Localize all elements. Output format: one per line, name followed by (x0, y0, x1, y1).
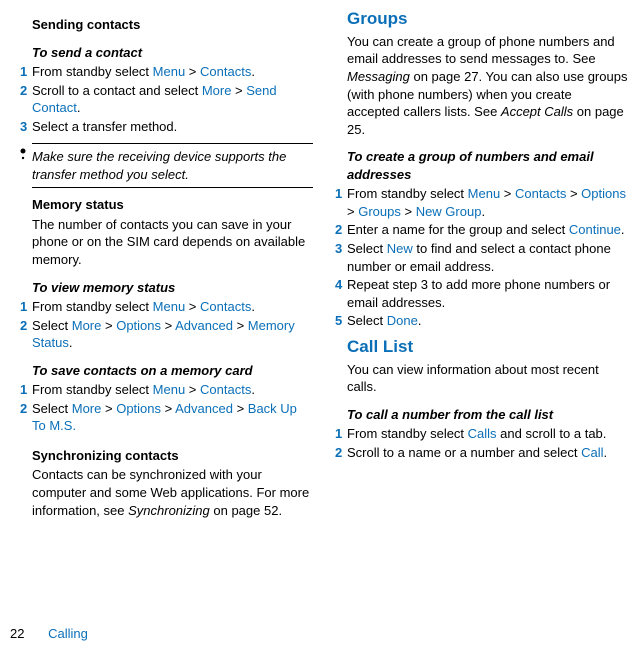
right-column: Groups You can create a group of phone n… (335, 8, 628, 521)
step: 3 Select a transfer method. (32, 118, 313, 136)
step-number: 5 (335, 312, 347, 330)
step-text: Select New to find and select a contact … (347, 240, 628, 275)
call-list-title: Call List (347, 336, 628, 359)
step-number: 2 (335, 444, 347, 462)
step: 1 From standby select Menu > Contacts. (32, 381, 313, 399)
to-create-group-heading: To create a group of numbers and email a… (347, 148, 628, 183)
step-text: From standby select Menu > Contacts. (32, 298, 313, 316)
more-link: More (72, 401, 102, 416)
to-call-heading: To call a number from the call list (347, 406, 628, 424)
call-link: Call (581, 445, 603, 460)
footer-label: Calling (48, 626, 88, 641)
step-number: 1 (335, 185, 347, 220)
continue-link: Continue (569, 222, 621, 237)
step: 5 Select Done. (347, 312, 628, 330)
sync-heading: Synchronizing contacts (32, 447, 313, 465)
more-link: More (72, 318, 102, 333)
step-number: 1 (20, 381, 32, 399)
step: 2 Select More > Options > Advanced > Mem… (32, 317, 313, 352)
page-number: 22 (10, 626, 24, 641)
step-text: Repeat step 3 to add more phone numbers … (347, 276, 628, 311)
new-group-link: New Group (416, 204, 482, 219)
options-link: Options (581, 186, 626, 201)
step-number: 2 (20, 400, 32, 435)
options-link: Options (116, 401, 161, 416)
done-link: Done (387, 313, 418, 328)
note-text: Make sure the receiving device supports … (32, 148, 313, 183)
step-text: From standby select Menu > Contacts > Op… (347, 185, 628, 220)
groups-title: Groups (347, 8, 628, 31)
step-text: Select a transfer method. (32, 118, 313, 136)
step-text: From standby select Calls and scroll to … (347, 425, 628, 443)
to-view-memory-heading: To view memory status (32, 279, 313, 297)
to-send-contact-heading: To send a contact (32, 44, 313, 62)
step: 3 Select New to find and select a contac… (347, 240, 628, 275)
more-link: More (202, 83, 232, 98)
step-text: From standby select Menu > Contacts. (32, 381, 313, 399)
memory-status-heading: Memory status (32, 196, 313, 214)
advanced-link: Advanced (175, 401, 233, 416)
step-text: From standby select Menu > Contacts. (32, 63, 313, 81)
to-save-card-heading: To save contacts on a memory card (32, 362, 313, 380)
step: 1 From standby select Menu > Contacts > … (347, 185, 628, 220)
info-icon (18, 148, 32, 183)
step-text: Scroll to a name or a number and select … (347, 444, 628, 462)
step-number: 2 (335, 221, 347, 239)
step-text: Scroll to a contact and select More > Se… (32, 82, 313, 117)
options-link: Options (116, 318, 161, 333)
step: 1 From standby select Calls and scroll t… (347, 425, 628, 443)
menu-link: Menu (153, 64, 186, 79)
menu-link: Menu (153, 299, 186, 314)
step: 2 Enter a name for the group and select … (347, 221, 628, 239)
sync-para: Contacts can be synchronized with your c… (32, 466, 313, 519)
note: Make sure the receiving device supports … (32, 143, 313, 188)
step-number: 2 (20, 82, 32, 117)
footer: 22 Calling (10, 625, 88, 643)
menu-link: Menu (153, 382, 186, 397)
call-list-para: You can view information about most rece… (347, 361, 628, 396)
step-number: 4 (335, 276, 347, 311)
left-column: Sending contacts To send a contact 1 Fro… (10, 8, 313, 521)
step-number: 1 (20, 63, 32, 81)
contacts-link: Contacts (515, 186, 566, 201)
step-number: 1 (335, 425, 347, 443)
new-link: New (387, 241, 413, 256)
contacts-link: Contacts (200, 64, 251, 79)
step: 2 Scroll to a name or a number and selec… (347, 444, 628, 462)
menu-link: Menu (468, 186, 501, 201)
step: 1 From standby select Menu > Contacts. (32, 63, 313, 81)
step-text: Enter a name for the group and select Co… (347, 221, 628, 239)
groups-para: You can create a group of phone numbers … (347, 33, 628, 138)
step: 2 Scroll to a contact and select More > … (32, 82, 313, 117)
memory-status-para: The number of contacts you can save in y… (32, 216, 313, 269)
step-text: Select More > Options > Advanced > Memor… (32, 317, 313, 352)
step-number: 2 (20, 317, 32, 352)
sending-contacts-heading: Sending contacts (32, 16, 313, 34)
step: 4 Repeat step 3 to add more phone number… (347, 276, 628, 311)
step-number: 3 (335, 240, 347, 275)
step-number: 3 (20, 118, 32, 136)
step-number: 1 (20, 298, 32, 316)
step: 1 From standby select Menu > Contacts. (32, 298, 313, 316)
step-text: Select Done. (347, 312, 628, 330)
step: 2 Select More > Options > Advanced > Bac… (32, 400, 313, 435)
contacts-link: Contacts (200, 299, 251, 314)
advanced-link: Advanced (175, 318, 233, 333)
groups-link: Groups (358, 204, 401, 219)
calls-link: Calls (468, 426, 497, 441)
contacts-link: Contacts (200, 382, 251, 397)
step-text: Select More > Options > Advanced > Back … (32, 400, 313, 435)
